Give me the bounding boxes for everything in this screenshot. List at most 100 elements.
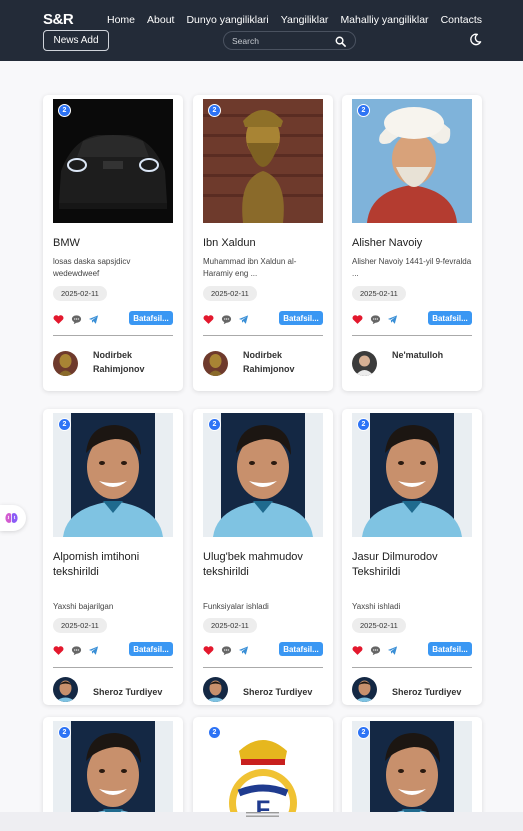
search-input[interactable] <box>232 35 332 47</box>
card-divider <box>203 335 323 336</box>
nav-links: Home About Dunyo yangiliklari Yangilikla… <box>107 14 482 26</box>
count-badge: 2 <box>58 726 71 739</box>
date-chip: 2025-02-11 <box>203 618 257 633</box>
heart-icon[interactable] <box>352 643 363 655</box>
card-divider <box>203 667 323 668</box>
card-title[interactable]: Alisher Navoiy <box>352 236 476 251</box>
count-badge: 2 <box>208 418 221 431</box>
heart-icon[interactable] <box>53 643 64 655</box>
card-description: Alisher Navoiy 1441-yil 9-fevralda ... <box>352 257 472 278</box>
heart-icon[interactable] <box>53 312 64 324</box>
card-actions: Batafsil... <box>53 642 173 656</box>
card-title[interactable]: Ibn Xaldun <box>203 236 327 251</box>
card-author[interactable]: Sheroz Turdiyev <box>352 677 476 705</box>
car-image <box>53 99 173 223</box>
date-chip: 2025-02-11 <box>203 286 257 301</box>
side-widget-tab[interactable] <box>0 505 26 531</box>
card-title[interactable]: Ulug'bek mahmudov tekshirildi <box>203 550 327 580</box>
card-image[interactable]: 2 <box>352 413 472 537</box>
news-card[interactable]: 2 Jasur Dilmurodov Tekshirildi Yaxshi ishl… <box>342 409 482 705</box>
avatar[interactable] <box>53 677 78 702</box>
news-add-button[interactable]: News Add <box>43 30 109 51</box>
bust-image <box>203 99 323 223</box>
moon-icon[interactable] <box>469 33 482 46</box>
news-card[interactable]: 2 Alpomish imtihoni tekshirildi Yaxshi baj… <box>43 409 183 705</box>
comment-icon[interactable] <box>71 312 82 325</box>
read-more-button[interactable]: Batafsil... <box>428 311 472 325</box>
card-actions: Batafsil... <box>203 642 323 656</box>
read-more-button[interactable]: Batafsil... <box>129 642 173 656</box>
news-card[interactable]: 2 BMW losas daska sapsjdicv wedewdweef 2025… <box>43 95 183 391</box>
author-name[interactable]: Nodirbek Rahimjonov <box>243 348 327 376</box>
avatar[interactable] <box>352 351 377 376</box>
card-title[interactable]: Alpomish imtihoni tekshirildi <box>53 550 177 580</box>
card-author[interactable]: Sheroz Turdiyev <box>53 677 177 705</box>
comment-icon[interactable] <box>71 643 82 656</box>
brand-logo[interactable]: S&R <box>43 11 74 28</box>
heart-icon[interactable] <box>352 312 363 324</box>
read-more-button[interactable]: Batafsil... <box>279 311 323 325</box>
author-name[interactable]: Sheroz Turdiyev <box>243 685 327 699</box>
player-image <box>53 413 173 537</box>
share-icon[interactable] <box>88 643 99 655</box>
card-image[interactable]: 2 <box>203 99 323 223</box>
card-image[interactable]: 2 <box>352 99 472 223</box>
navbar: S&R Home About Dunyo yangiliklari Yangil… <box>0 0 523 61</box>
card-image[interactable]: 2 <box>53 413 173 537</box>
share-icon[interactable] <box>238 312 249 324</box>
nav-link-world-news[interactable]: Dunyo yangiliklari <box>186 14 268 26</box>
comment-icon[interactable] <box>221 643 232 656</box>
author-name[interactable]: Ne'matulloh <box>392 348 476 362</box>
news-card[interactable]: 2 Ulug'bek mahmudov tekshirildi Funksiyala… <box>193 409 333 705</box>
share-icon[interactable] <box>387 643 398 655</box>
drag-handle[interactable] <box>246 812 279 817</box>
card-title[interactable]: Jasur Dilmurodov Tekshirildi <box>352 550 476 580</box>
share-icon[interactable] <box>238 643 249 655</box>
count-badge: 2 <box>58 418 71 431</box>
card-author[interactable]: Nodirbek Rahimjonov <box>53 348 177 378</box>
nav-link-local-news[interactable]: Mahalliy yangiliklar <box>340 14 428 26</box>
card-description: Yaxshi bajarilgan <box>53 602 114 611</box>
nav-link-home[interactable]: Home <box>107 14 135 26</box>
avatar[interactable] <box>203 677 228 702</box>
nav-link-news[interactable]: Yangiliklar <box>281 14 329 26</box>
author-name[interactable]: Sheroz Turdiyev <box>93 685 177 699</box>
author-name[interactable]: Nodirbek Rahimjonov <box>93 348 177 376</box>
share-icon[interactable] <box>88 312 99 324</box>
read-more-button[interactable]: Batafsil... <box>129 311 173 325</box>
avatar[interactable] <box>203 351 228 376</box>
card-author[interactable]: Nodirbek Rahimjonov <box>203 348 327 378</box>
card-description: Muhammad ibn Xaldun al-Haramiy eng ... <box>203 257 297 278</box>
card-description: losas daska sapsjdicv wedewdweef <box>53 257 131 278</box>
card-divider <box>53 667 173 668</box>
nav-link-about[interactable]: About <box>147 14 174 26</box>
news-card[interactable]: 2 Alisher Navoiy Alisher Navoiy 1441-yil 9… <box>342 95 482 391</box>
card-title[interactable]: BMW <box>53 236 177 251</box>
card-actions: Batafsil... <box>53 311 173 325</box>
read-more-button[interactable]: Batafsil... <box>279 642 323 656</box>
card-author[interactable]: Ne'matulloh <box>352 348 476 378</box>
comment-icon[interactable] <box>370 312 381 325</box>
card-author[interactable]: Sheroz Turdiyev <box>203 677 327 705</box>
heart-icon[interactable] <box>203 643 214 655</box>
count-badge: 2 <box>208 104 221 117</box>
heart-icon[interactable] <box>203 312 214 324</box>
card-actions: Batafsil... <box>352 642 472 656</box>
news-card[interactable]: 2 Ibn Xaldun Muhammad ibn Xaldun al-Harami… <box>193 95 333 391</box>
news-card[interactable]: 2 <box>43 717 183 827</box>
search-icon[interactable] <box>335 36 346 47</box>
news-card[interactable]: 2 <box>342 717 482 827</box>
count-badge: 2 <box>58 104 71 117</box>
comment-icon[interactable] <box>221 312 232 325</box>
comment-icon[interactable] <box>370 643 381 656</box>
card-description: Yaxshi ishladi <box>352 602 401 611</box>
nav-link-contacts[interactable]: Contacts <box>441 14 482 26</box>
news-card[interactable]: F2 <box>193 717 333 827</box>
author-name[interactable]: Sheroz Turdiyev <box>392 685 476 699</box>
share-icon[interactable] <box>387 312 398 324</box>
avatar[interactable] <box>53 351 78 376</box>
card-image[interactable]: 2 <box>53 99 173 223</box>
card-image[interactable]: 2 <box>203 413 323 537</box>
avatar[interactable] <box>352 677 377 702</box>
read-more-button[interactable]: Batafsil... <box>428 642 472 656</box>
